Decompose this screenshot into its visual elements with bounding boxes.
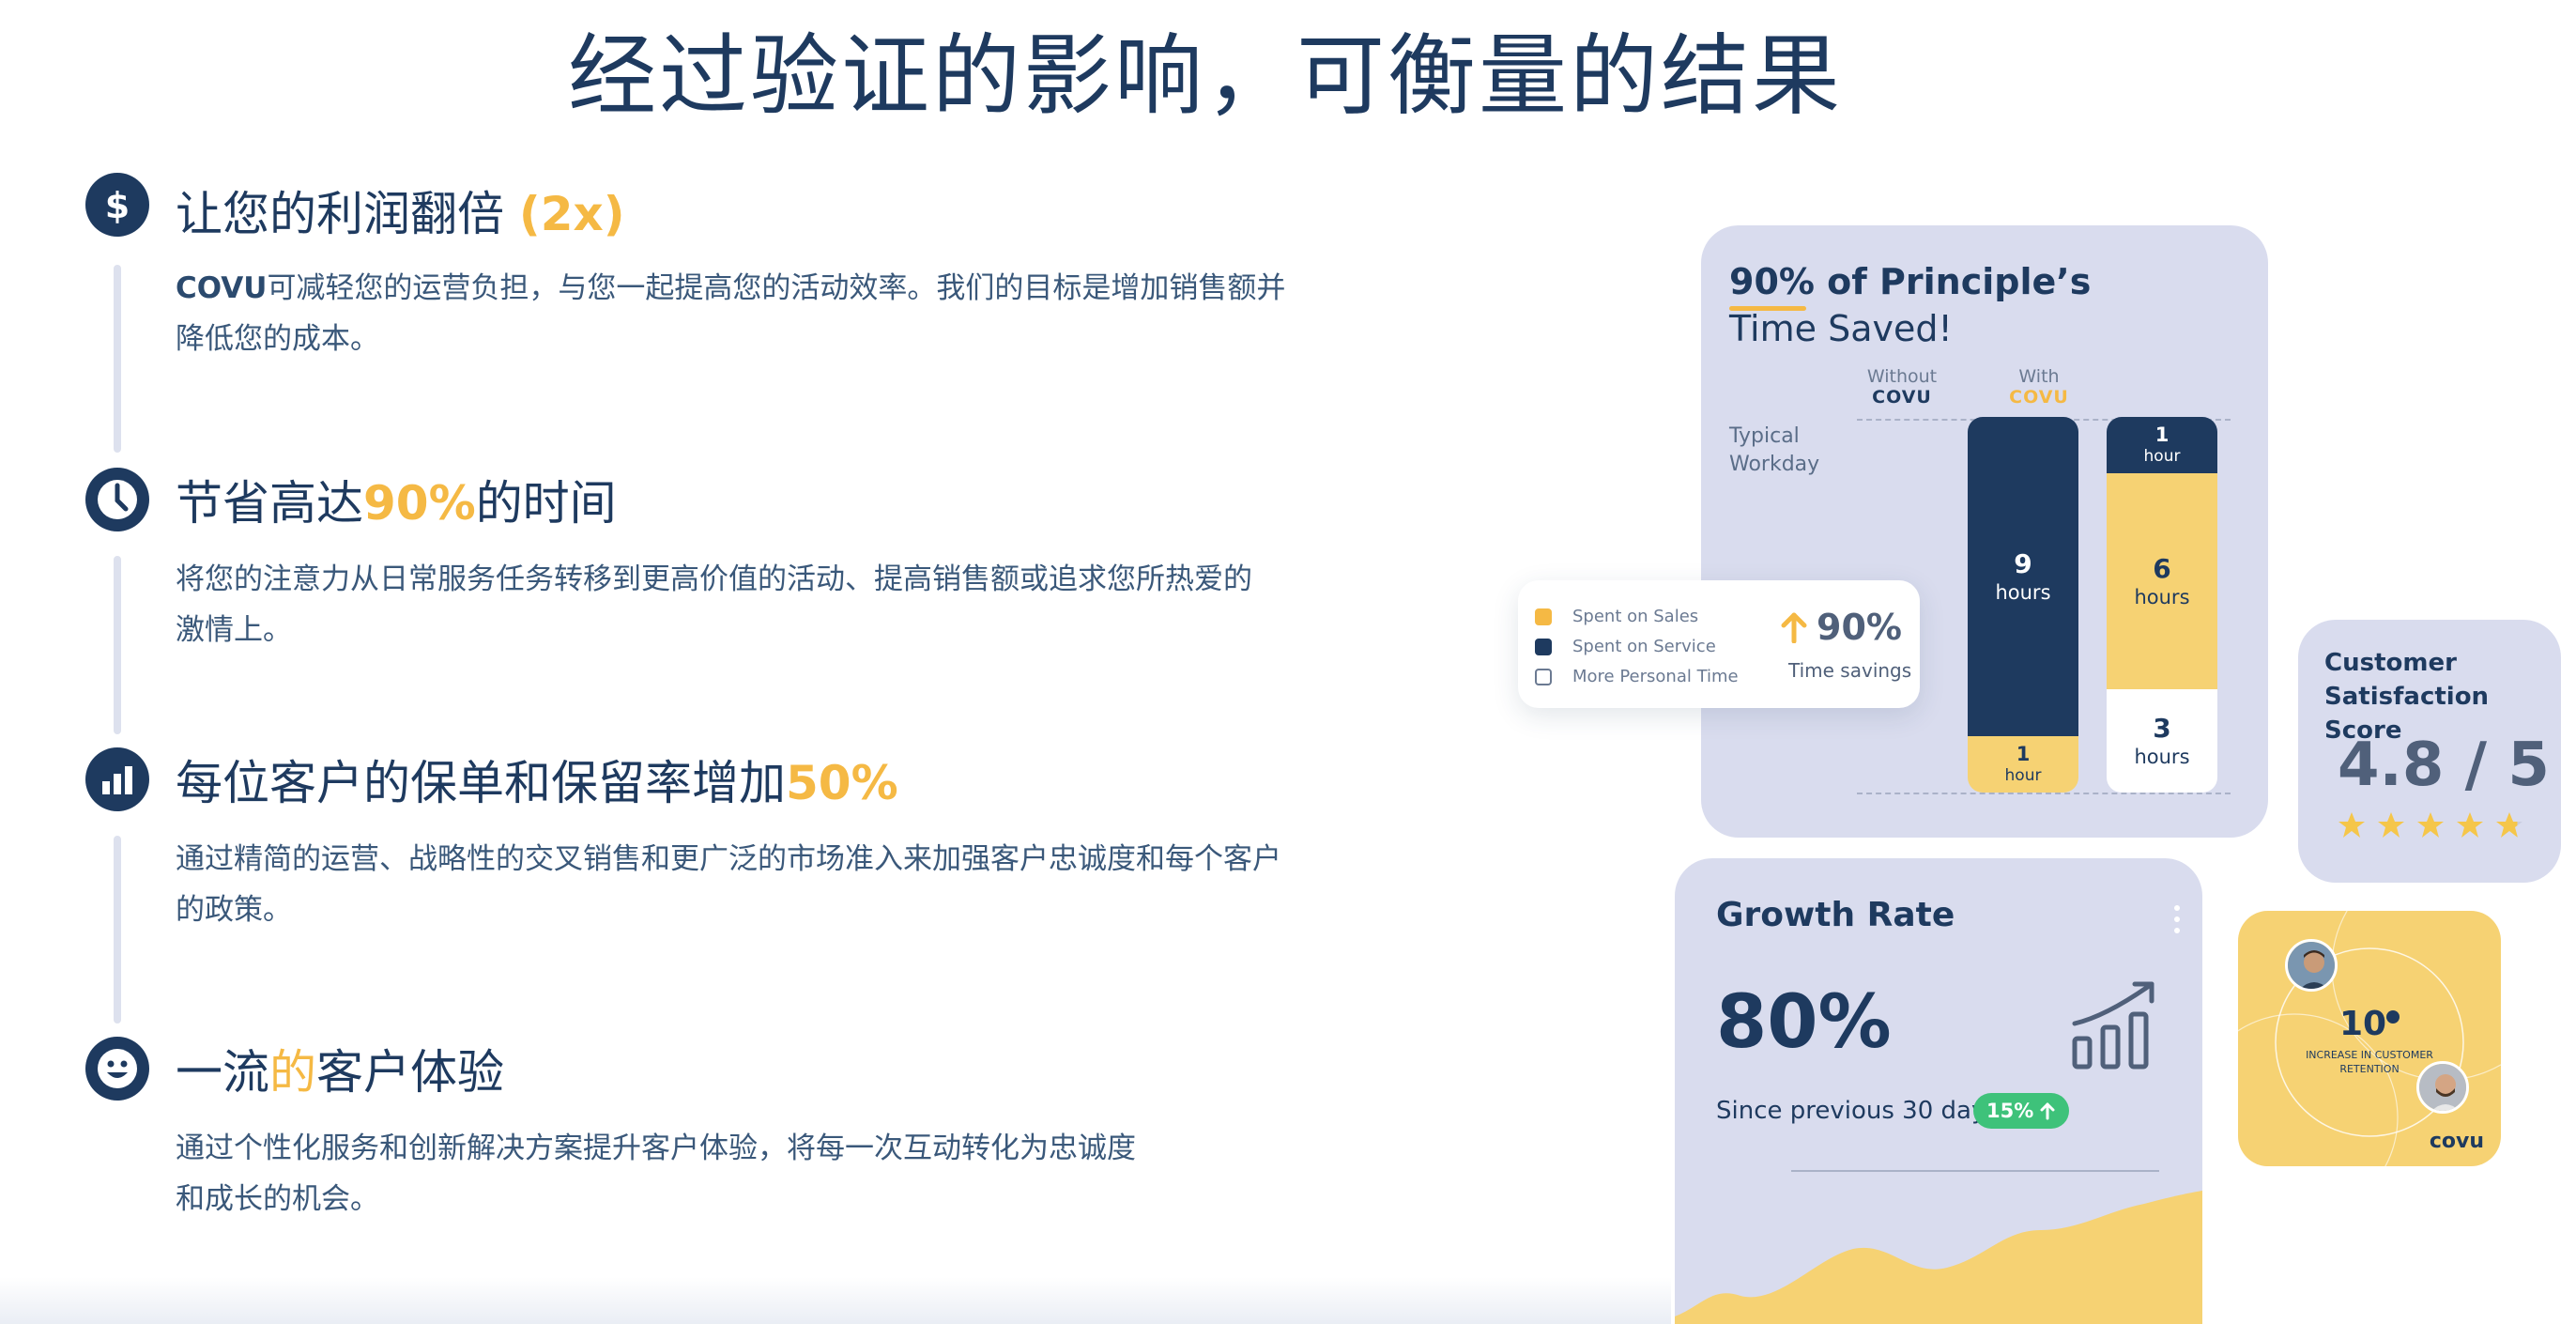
feature-title-highlight: 90% [363, 476, 476, 531]
feature-title-text: 客户体验 [316, 1045, 504, 1100]
star-icon [2338, 812, 2365, 838]
feature-title-time: 节省高达90%的时间 [176, 466, 617, 533]
growth-area-chart [1675, 1191, 2202, 1324]
legend-card: Spent on Sales Spent on Service More Per… [1518, 580, 1920, 708]
avatar [2285, 939, 2338, 992]
time-savings-value: 90% [1781, 607, 1902, 648]
bar-segment-service: 9 hours [1968, 417, 2078, 736]
feature-title-profit: 让您的利润翻倍 (2x) [176, 177, 625, 244]
feature-desc-line: 将您的注意力从日常服务任务转移到更高价值的活动、提高销售额或追求您所热爱的 [176, 562, 1252, 596]
feature-title-highlight: (2x) [518, 187, 625, 241]
feature-desc-line: 降低您的成本。 [176, 322, 379, 356]
time-saved-title: 90% of Principle’s [1729, 261, 2091, 311]
legend-swatch [1535, 608, 1552, 625]
legend-swatch [1535, 638, 1552, 655]
brand-logo: covu [2429, 1130, 2484, 1153]
timeline-line [114, 556, 121, 734]
retention-card: 10 INCREASE IN CUSTOMER RETENTION covu [2238, 911, 2501, 1166]
clock-icon [85, 468, 149, 531]
feature-title-highlight: 50% [786, 756, 898, 810]
star-rating [2338, 811, 2523, 839]
retention-value: 10 [2238, 1005, 2501, 1043]
feature-title-text: 让您的利润翻倍 [176, 187, 504, 241]
growth-since: Since previous 30 days [1716, 1097, 1999, 1125]
arrow-up-icon [2040, 1102, 2055, 1120]
feature-desc-line: 的政策。 [176, 893, 292, 927]
feature-desc-profit: COVU可减轻您的运营负担，与您一起提高您的活动效率。我们的目标是增加销售额并 … [176, 263, 1396, 364]
retention-label: INCREASE IN CUSTOMER RETENTION [2306, 1049, 2433, 1075]
bar-segment-sales: 6 hours [2107, 473, 2217, 689]
growth-title: Growth Rate [1716, 896, 1955, 934]
growth-chart-icon [2072, 981, 2154, 1070]
bar-with-covu: 1 hour 6 hours 3 hours [2107, 417, 2217, 793]
star-icon [2417, 812, 2444, 838]
column-label-without: Without COVU [1866, 366, 1938, 408]
time-saved-card: 90% of Principle’s Time Saved! Typical W… [1701, 225, 2268, 838]
column-label-with: With COVU [2009, 366, 2069, 408]
smiley-icon [85, 1037, 149, 1101]
feature-desc-time: 将您的注意力从日常服务任务转移到更高价值的活动、提高销售额或追求您所热爱的 激情… [176, 554, 1396, 655]
feature-desc-line: 激情上。 [176, 613, 292, 647]
bar-segment-personal: 3 hours [2107, 689, 2217, 793]
feature-title-text: 每位客户的保单和保留率增加 [176, 756, 786, 810]
legend-item-service: Spent on Service [1535, 637, 1716, 656]
time-savings-label: Time savings [1788, 659, 1912, 682]
arrow-up-icon [1781, 612, 1807, 643]
legend-item-sales: Spent on Sales [1535, 607, 1698, 626]
feature-desc-line: 通过精简的运营、战略性的交叉销售和更广泛的市场准入来加强客户忠诚度和每个客户 [176, 842, 1281, 876]
bar-segment-service: 1 hour [2107, 417, 2217, 473]
growth-value: 80% [1716, 980, 1892, 1065]
star-icon [2496, 812, 2522, 838]
feature-desc-line: 可减轻您的运营负担，与您一起提高您的活动效率。我们的目标是增加销售额并 [267, 271, 1286, 305]
typical-workday-label: Typical Workday [1729, 424, 1820, 476]
feature-desc-experience: 通过个性化服务和创新解决方案提升客户体验，将每一次互动转化为忠诚度 和成长的机会… [176, 1123, 1396, 1224]
more-menu-icon[interactable] [2174, 905, 2182, 939]
dollar-icon: $ [85, 173, 149, 237]
bottom-fade [0, 1277, 1671, 1324]
customer-satisfaction-card: Customer Satisfaction Score 4.8 / 5 [2298, 620, 2561, 883]
svg-text:$: $ [105, 185, 130, 225]
timeline-line [114, 265, 121, 453]
feature-desc-line: 通过个性化服务和创新解决方案提升客户体验，将每一次互动转化为忠诚度 [176, 1132, 1136, 1165]
feature-title-text: 一流 [176, 1045, 269, 1100]
timeline-line [114, 836, 121, 1024]
star-icon [2457, 812, 2483, 838]
feature-title-text: 的时间 [475, 476, 617, 531]
growth-badge: 15% [1973, 1093, 2070, 1129]
bar-segment-sales: 1 hour [1968, 736, 2078, 793]
feature-title-text: 节省高达 [176, 476, 363, 531]
feature-desc-retention: 通过精简的运营、战略性的交叉销售和更广泛的市场准入来加强客户忠诚度和每个客户 的… [176, 834, 1396, 935]
bar-chart-icon [85, 747, 149, 811]
bar-without-covu: 9 hours 1 hour [1968, 417, 2078, 793]
brand-name: COVU [176, 271, 268, 305]
feature-title-highlight: 的 [269, 1045, 316, 1100]
growth-rate-card: Growth Rate 80% Since previous 30 days 1… [1675, 858, 2202, 1324]
feature-title-experience: 一流的客户体验 [176, 1035, 504, 1102]
star-icon [2378, 812, 2404, 838]
feature-desc-line: 和成长的机会。 [176, 1182, 379, 1216]
legend-swatch [1535, 668, 1552, 685]
page-title: 经过验证的影响，可衡量的结果 [568, 25, 1844, 128]
csat-score: 4.8 / 5 [2338, 731, 2550, 800]
legend-item-personal: More Personal Time [1535, 667, 1739, 686]
time-saved-subtitle: Time Saved! [1729, 308, 1953, 349]
feature-title-retention: 每位客户的保单和保留率增加50% [176, 746, 898, 813]
dashed-line-bottom [1857, 793, 2231, 794]
